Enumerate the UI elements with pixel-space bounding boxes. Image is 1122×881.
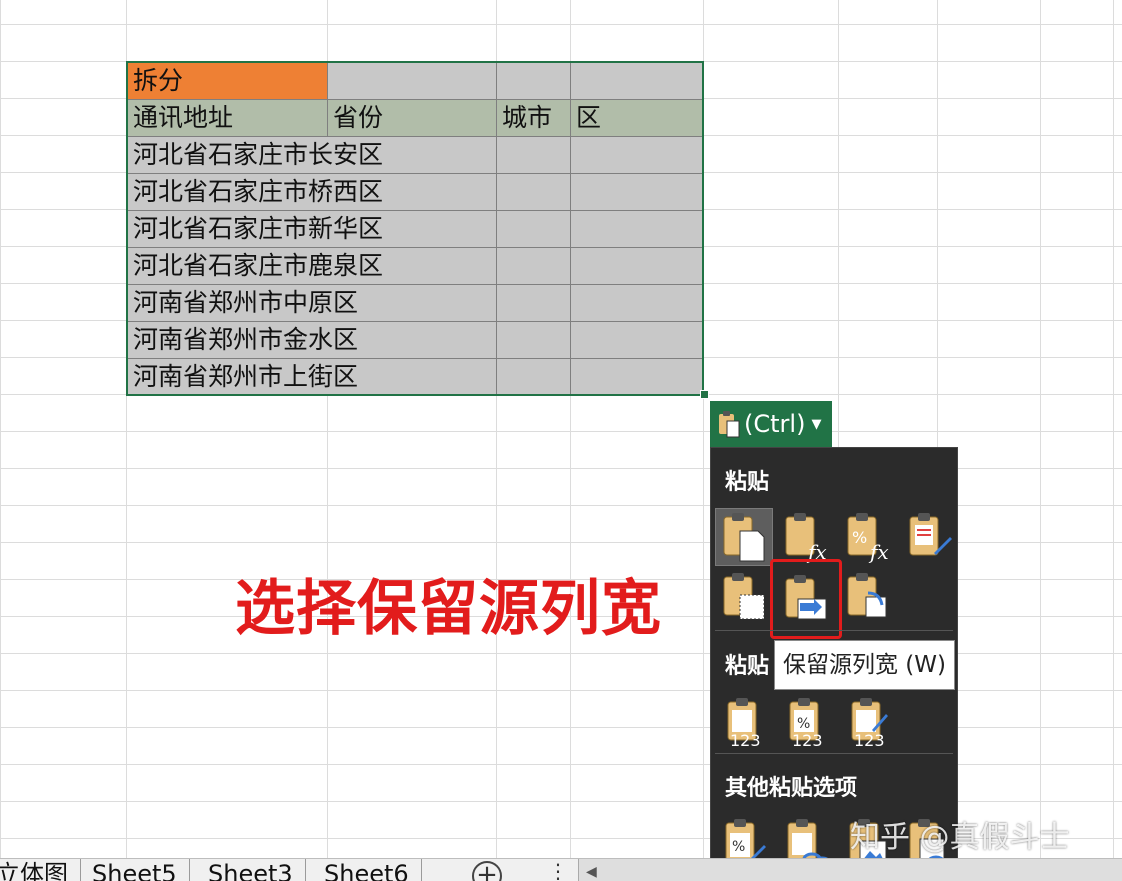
cell-empty[interactable] [497,285,571,322]
cell-empty[interactable] [497,211,571,248]
cell-header-city[interactable]: 城市 [497,100,571,137]
paste-formulas-number-format-icon: % fx [847,513,889,563]
cell-empty[interactable] [571,248,702,285]
sheet-tab[interactable]: 立体图 [0,859,81,881]
paste-formulas-button[interactable]: fx [777,508,835,566]
table-row-address[interactable]: 河北省石家庄市新华区 [128,211,497,248]
paste-button[interactable] [715,508,773,566]
sheet-tab[interactable]: Sheet5 [80,859,190,881]
paste-values-source-formatting-button[interactable]: 123 [839,693,897,751]
table-row-address[interactable]: 河南省郑州市金水区 [128,322,497,359]
svg-text:%: % [852,528,867,547]
svg-text:%: % [732,839,745,855]
paste-values-icon: 123 [727,698,761,748]
cell-empty[interactable] [497,359,571,394]
add-sheet-button[interactable]: + [472,861,502,881]
svg-text:%: % [797,716,810,732]
svg-text:fx: fx [868,540,889,563]
svg-text:123: 123 [792,731,823,748]
paste-icon [723,513,765,562]
paste-keep-source-formatting-button[interactable] [901,508,959,566]
paste-keep-source-column-widths-button[interactable] [770,559,842,639]
paste-keep-source-column-widths-icon [785,575,827,620]
paste-options-button[interactable]: (Ctrl) ▼ [710,401,832,447]
cell-empty[interactable] [497,322,571,359]
cell-empty[interactable] [497,248,571,285]
table-row-address[interactable]: 河北省石家庄市鹿泉区 [128,248,497,285]
table-row-address[interactable]: 河北省石家庄市长安区 [128,137,497,174]
cell-header-province[interactable]: 省份 [328,100,497,137]
cell-empty[interactable] [571,285,702,322]
sheet-tab[interactable]: Sheet3 [196,859,306,881]
scroll-left-icon[interactable]: ◀ [586,859,597,881]
svg-text:123: 123 [730,731,761,748]
pasted-table[interactable]: 拆分 通讯地址 省份 城市 区 河北省石家庄市长安区 河北省石家庄市桥西区 河北… [126,61,704,396]
cell-empty[interactable] [328,63,497,100]
svg-text:123: 123 [854,731,885,748]
paste-values-number-format-icon: % 123 [789,698,823,748]
paste-options-label: (Ctrl) [744,410,806,438]
chevron-down-icon: ▼ [811,416,822,432]
paste-no-borders-button[interactable] [715,568,773,626]
cell-empty[interactable] [571,322,702,359]
cell-header-district[interactable]: 区 [571,100,702,137]
paste-values-source-formatting-icon: 123 [851,698,888,748]
cell-empty[interactable] [571,63,702,100]
section-title-paste: 粘贴 [725,470,770,495]
sheet-tab-bar: 立体图 Sheet5 Sheet3 Sheet6 + ⋮ ◀ [0,858,1122,881]
cell-split-header[interactable]: 拆分 [128,63,328,100]
table-row-address[interactable]: 河南省郑州市中原区 [128,285,497,322]
tooltip: 保留源列宽 (W) [774,640,955,690]
paste-values-button[interactable]: 123 [715,693,773,751]
clipboard-icon [719,411,740,438]
paste-transpose-icon [847,573,887,618]
paste-keep-source-formatting-icon [909,513,952,556]
fill-handle[interactable] [700,390,709,399]
more-options-icon[interactable]: ⋮ [548,859,568,881]
column-divider [1040,0,1041,858]
paste-formulas-icon: fx [785,513,827,563]
section-title-paste-values: 粘贴 [725,654,770,679]
cell-header-address[interactable]: 通讯地址 [128,100,328,137]
cell-empty[interactable] [497,174,571,211]
cell-empty[interactable] [571,211,702,248]
paste-no-borders-icon [723,573,765,620]
annotation-text: 选择保留源列宽 [235,574,662,644]
cell-empty[interactable] [571,359,702,394]
sheet-tab[interactable]: Sheet6 [312,859,422,881]
column-divider [1113,0,1114,858]
paste-formulas-number-format-button[interactable]: % fx [839,508,897,566]
horizontal-scrollbar[interactable] [578,859,1122,881]
table-row-address[interactable]: 河北省石家庄市桥西区 [128,174,497,211]
menu-separator [715,630,953,631]
paste-values-number-format-button[interactable]: % 123 [777,693,835,751]
cell-empty[interactable] [497,137,571,174]
section-title-other-paste-options: 其他粘贴选项 [725,776,858,801]
menu-separator [715,753,953,754]
cell-empty[interactable] [571,174,702,211]
cell-empty[interactable] [497,63,571,100]
cell-empty[interactable] [571,137,702,174]
paste-transpose-button[interactable] [839,568,897,626]
table-row-address[interactable]: 河南省郑州市上街区 [128,359,497,394]
watermark: 知乎 @真假斗士 [850,820,1070,855]
